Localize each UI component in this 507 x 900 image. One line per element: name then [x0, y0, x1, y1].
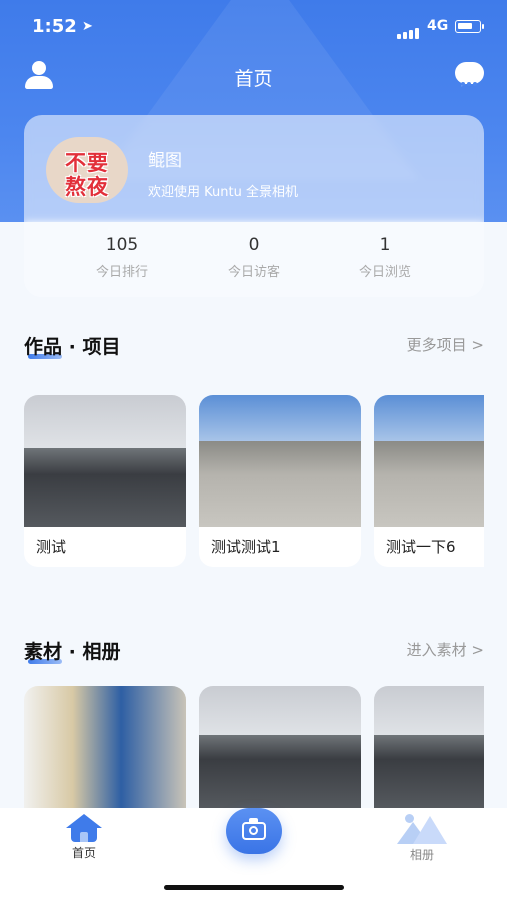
signal-icon	[397, 20, 421, 39]
stat-ranking[interactable]: 105 今日排行	[62, 235, 182, 280]
location-arrow-icon: ➤	[82, 19, 93, 34]
project-caption: 测试测试1	[211, 538, 281, 556]
camera-icon	[242, 818, 266, 840]
stat-views[interactable]: 1 今日浏览	[325, 235, 445, 280]
home-indicator	[164, 885, 344, 890]
project-card[interactable]: 测试测试1	[199, 395, 361, 567]
welcome-text: 欢迎使用 Kuntu 全景相机	[148, 185, 298, 200]
materials-title: 素材 · 相册	[24, 641, 121, 663]
nav-bar: 首页	[0, 58, 507, 94]
home-icon	[66, 814, 102, 842]
page-title: 首页	[234, 68, 273, 90]
camera-button[interactable]	[226, 808, 282, 854]
more-projects-link[interactable]: 更多项目 >	[407, 334, 484, 355]
project-thumbnail	[24, 395, 186, 527]
stat-visitors[interactable]: 0 今日访客	[194, 235, 314, 280]
enter-materials-link[interactable]: 进入素材 >	[407, 639, 484, 660]
status-time: 1:52	[32, 16, 77, 37]
album-icon	[397, 814, 447, 844]
profile-card: 不要 熬夜 鲲图 欢迎使用 Kuntu 全景相机 105 今日排行 0 今日访客…	[24, 115, 484, 297]
material-thumbnail	[24, 686, 186, 808]
project-card[interactable]: 测试一下6	[374, 395, 484, 567]
network-type: 4G	[427, 18, 449, 34]
project-thumbnail	[199, 395, 361, 527]
material-card[interactable]	[24, 686, 186, 808]
project-caption: 测试	[36, 538, 67, 556]
tab-album[interactable]: 相册	[396, 814, 448, 863]
projects-title: 作品 · 项目	[24, 336, 121, 358]
materials-header: 素材 · 相册 进入素材 >	[24, 635, 484, 665]
material-thumbnail	[199, 686, 361, 808]
material-card[interactable]	[199, 686, 361, 808]
project-caption: 测试一下6	[386, 538, 456, 556]
tab-home[interactable]: 首页	[58, 814, 110, 861]
material-thumbnail	[374, 686, 484, 808]
battery-icon	[455, 20, 484, 33]
avatar[interactable]: 不要 熬夜	[46, 137, 128, 203]
project-thumbnail	[374, 395, 484, 527]
message-icon[interactable]	[455, 62, 484, 89]
status-bar: 1:52 ➤ 4G	[0, 14, 507, 40]
projects-header: 作品 · 项目 更多项目 >	[24, 330, 484, 360]
project-card[interactable]: 测试	[24, 395, 186, 567]
profile-name: 鲲图	[148, 151, 182, 171]
material-card[interactable]	[374, 686, 484, 808]
